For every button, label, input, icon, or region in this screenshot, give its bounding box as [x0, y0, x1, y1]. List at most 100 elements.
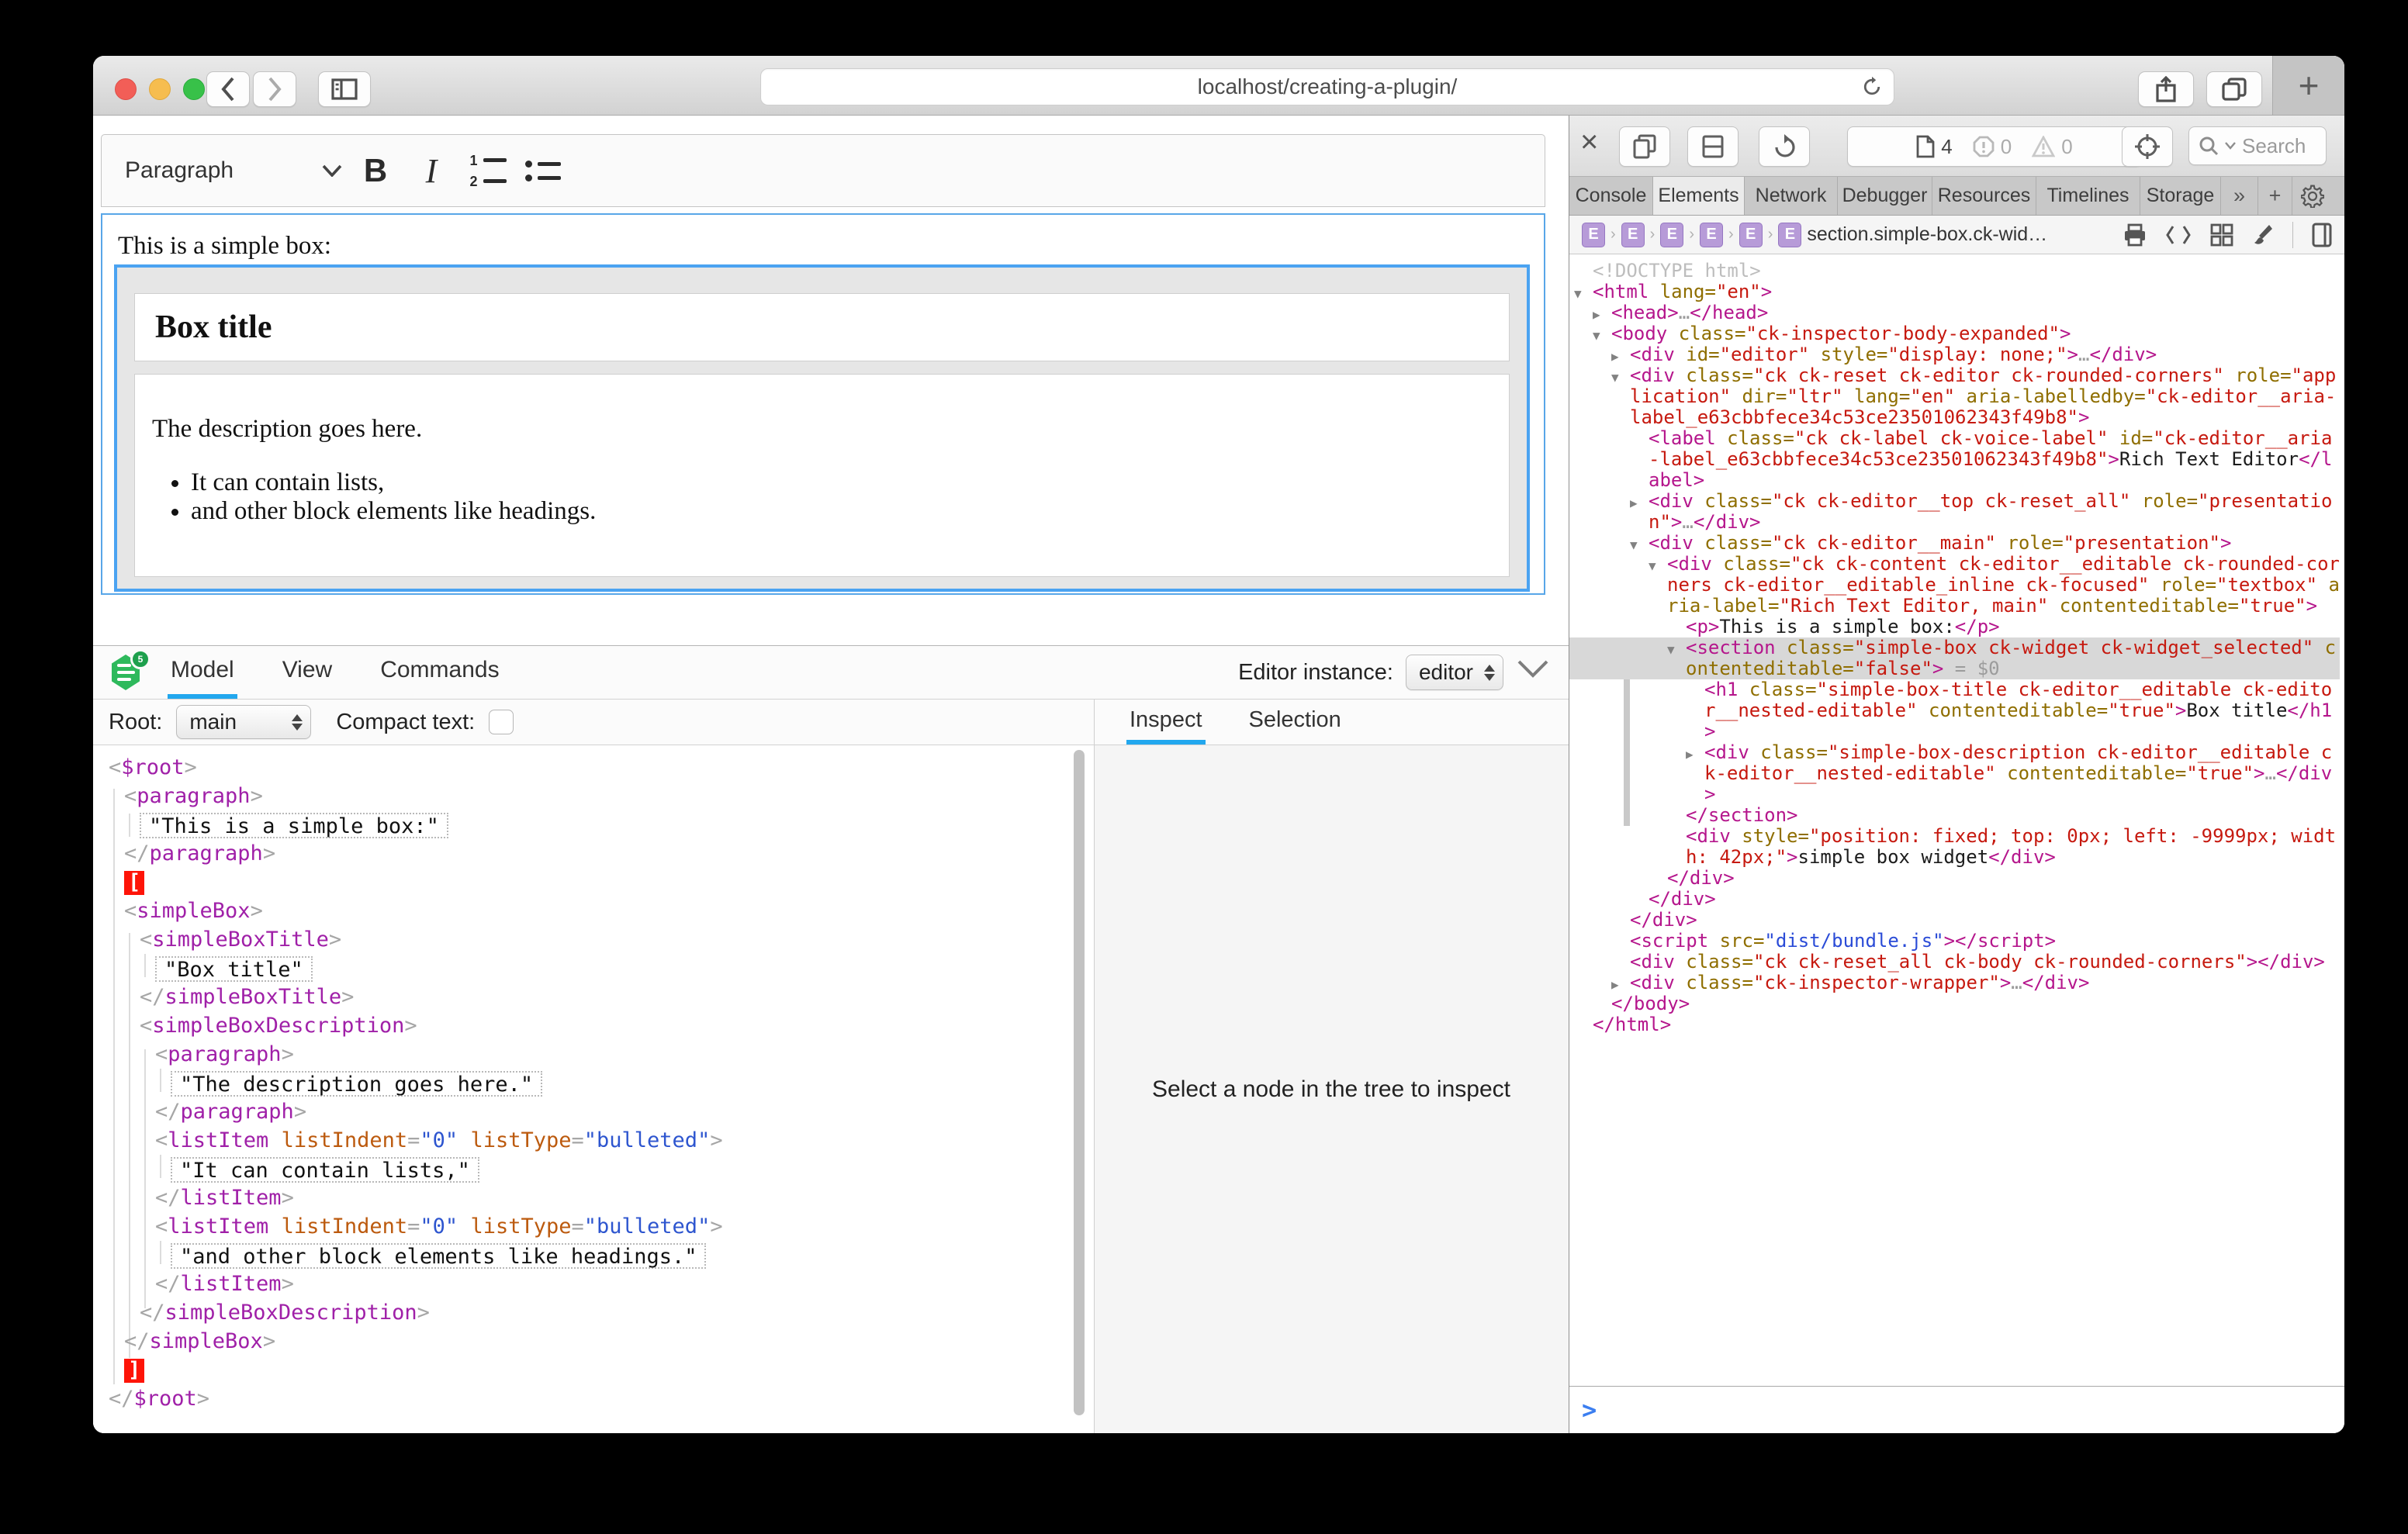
devtools-close-button[interactable]: × [1580, 126, 1598, 157]
devtools-tab-storage[interactable]: Storage [2140, 177, 2221, 215]
inspector-tab-commands[interactable]: Commands [377, 646, 502, 699]
dom-tree-line[interactable]: ▼<section class="simple-box ck-widget ck… [1569, 637, 2340, 679]
paintbrush-icon[interactable] [2252, 223, 2274, 247]
model-tree-scrollbar[interactable] [1074, 750, 1085, 1415]
dom-tree-line[interactable]: <h1 class="simple-box-title ck-editor__e… [1569, 679, 2340, 742]
model-tree-line[interactable]: "and other block elements like headings.… [93, 1241, 1094, 1270]
source-code-icon[interactable] [2165, 223, 2192, 247]
dom-tree-line[interactable]: ▼<body class="ck-inspector-body-expanded… [1569, 323, 2340, 344]
issues-summary-button[interactable]: 4 0 0 [1847, 126, 2142, 167]
dom-tree-line[interactable]: </div> [1569, 889, 2340, 910]
dom-tree-line[interactable]: <p>This is a simple box:</p> [1569, 617, 2340, 637]
disclosure-collapsed-icon[interactable]: ▶ [1611, 974, 1619, 995]
editor-editable-area[interactable]: This is a simple box: Box title The desc… [101, 213, 1545, 595]
box-title-text[interactable]: Box title [155, 309, 272, 346]
dom-tree-line[interactable]: ▶<div class="ck-inspector-wrapper">…</di… [1569, 973, 2340, 993]
model-tree-line[interactable]: "It can contain lists," [93, 1155, 1094, 1183]
box-list-item[interactable]: and other block elements like headings. [191, 497, 1509, 526]
compact-text-checkbox[interactable] [489, 710, 514, 734]
print-styles-icon[interactable] [2123, 223, 2147, 247]
address-bar[interactable]: localhost/creating-a-plugin/ [760, 68, 1894, 105]
back-button[interactable] [206, 71, 250, 107]
breadcrumb-badge[interactable]: E [1739, 223, 1763, 247]
devtools-tab-debugger[interactable]: Debugger [1838, 177, 1932, 215]
dom-tree-line[interactable]: ▶<div class="simple-box-description ck-e… [1569, 742, 2340, 805]
new-tab-button[interactable]: + [2299, 67, 2320, 103]
forward-button[interactable] [253, 71, 296, 107]
dom-tree-line[interactable]: </section> [1569, 805, 2340, 826]
quick-console[interactable]: > [1569, 1386, 2344, 1433]
breadcrumb-badge[interactable]: E [1778, 223, 1801, 247]
heading-dropdown[interactable]: Paragraph [125, 157, 342, 184]
devtools-tab-network[interactable]: Network [1745, 177, 1838, 215]
details-sidebar-toggle-icon[interactable] [2312, 223, 2332, 247]
model-tree-line[interactable]: <paragraph> [93, 782, 1094, 810]
new-tab-area[interactable]: + [2272, 56, 2344, 115]
inspector-tab-view[interactable]: View [279, 646, 335, 699]
model-tree-line[interactable]: </simpleBoxDescription> [93, 1298, 1094, 1327]
close-window-button[interactable] [115, 78, 137, 100]
dom-tree-line[interactable]: <script src="dist/bundle.js"></script> [1569, 931, 2340, 952]
model-tree-line[interactable]: <listItem listIndent="0" listType="bulle… [93, 1212, 1094, 1241]
dom-tree-line[interactable]: ▼<div class="ck ck-editor__main" role="p… [1569, 533, 2340, 554]
breadcrumb-badge[interactable]: E [1621, 223, 1645, 247]
disclosure-expanded-icon[interactable]: ▼ [1574, 283, 1582, 304]
disclosure-expanded-icon[interactable]: ▼ [1611, 367, 1619, 388]
element-picker-button[interactable] [2122, 126, 2173, 167]
disclosure-collapsed-icon[interactable]: ▶ [1686, 744, 1694, 765]
dom-tree-line[interactable]: ▶<head>…</head> [1569, 302, 2340, 323]
breadcrumb-badge[interactable]: E [1582, 223, 1605, 247]
devtools-new-tab-button[interactable]: + [2258, 177, 2292, 215]
disclosure-expanded-icon[interactable]: ▼ [1649, 555, 1656, 576]
box-list-item[interactable]: It can contain lists, [191, 468, 1509, 497]
dom-tree-line[interactable]: </body> [1569, 993, 2340, 1014]
disclosure-collapsed-icon[interactable]: ▶ [1611, 346, 1619, 367]
disclosure-expanded-icon[interactable]: ▼ [1630, 534, 1638, 555]
devtools-tab-timelines[interactable]: Timelines [2036, 177, 2140, 215]
dom-tree-line[interactable]: <label class="ck ck-label ck-voice-label… [1569, 428, 2340, 491]
dom-tree-line[interactable]: ▶<div class="ck ck-editor__top ck-reset_… [1569, 491, 2340, 533]
dom-tree-line[interactable]: ▼<html lang="en"> [1569, 282, 2340, 302]
breadcrumb-current[interactable]: section.simple-box.ck-wid… [1807, 223, 2047, 246]
root-select[interactable]: main [176, 705, 311, 739]
editor-instance-select[interactable]: editor [1406, 655, 1503, 690]
devtools-tab-elements[interactable]: Elements [1653, 177, 1745, 215]
devtools-search-field[interactable]: Search [2188, 126, 2327, 165]
numbered-list-button[interactable]: 1 2 [465, 148, 510, 193]
model-tree-line[interactable]: "The description goes here." [93, 1069, 1094, 1097]
model-tree-line[interactable]: </listItem> [93, 1183, 1094, 1212]
dom-tree-line[interactable]: ▼<div class="ck ck-content ck-editor__ed… [1569, 554, 2340, 617]
devtools-settings-button[interactable] [2292, 177, 2333, 215]
model-tree-line[interactable]: <simpleBox> [93, 897, 1094, 925]
model-tree-line[interactable]: [ [93, 868, 1094, 897]
sidebar-toggle-button[interactable] [318, 71, 371, 107]
dom-tree-line[interactable]: </html> [1569, 1014, 2340, 1035]
minimize-window-button[interactable] [149, 78, 171, 100]
intro-paragraph[interactable]: This is a simple box: [118, 232, 1544, 261]
model-tree-line[interactable]: </$root> [93, 1384, 1094, 1413]
inspector-side-tab-selection[interactable]: Selection [1246, 700, 1344, 745]
dom-tree-line[interactable]: ▼<div class="ck ck-reset ck-editor ck-ro… [1569, 365, 2340, 428]
box-description-text[interactable]: The description goes here. [152, 415, 1509, 444]
share-button[interactable] [2138, 71, 2194, 107]
dom-tree-line[interactable]: </div> [1569, 910, 2340, 931]
dom-tree-line[interactable]: <div style="position: fixed; top: 0px; l… [1569, 826, 2340, 868]
model-tree-line[interactable]: "This is a simple box:" [93, 810, 1094, 839]
model-tree-line[interactable]: </simpleBoxTitle> [93, 983, 1094, 1011]
breadcrumb-badge[interactable]: E [1700, 223, 1723, 247]
bold-button[interactable]: B [353, 148, 398, 193]
page-reload-button[interactable] [1861, 76, 1883, 98]
model-tree-line[interactable]: <paragraph> [93, 1040, 1094, 1069]
devtools-reload-button[interactable] [1759, 126, 1810, 167]
devtools-tabs-overflow-button[interactable]: » [2221, 177, 2258, 215]
inspector-tab-model[interactable]: Model [168, 646, 237, 699]
inspector-collapse-button[interactable] [1517, 660, 1548, 679]
tab-overview-button[interactable] [2206, 71, 2262, 107]
disclosure-expanded-icon[interactable]: ▼ [1667, 639, 1675, 660]
zoom-window-button[interactable] [183, 78, 205, 100]
bulleted-list-button[interactable] [521, 148, 566, 193]
grid-overlay-icon[interactable] [2210, 223, 2233, 247]
dom-tree-line[interactable]: <!DOCTYPE html> [1569, 261, 2340, 282]
disclosure-collapsed-icon[interactable]: ▶ [1630, 492, 1638, 513]
model-tree-line[interactable]: <simpleBoxTitle> [93, 925, 1094, 954]
